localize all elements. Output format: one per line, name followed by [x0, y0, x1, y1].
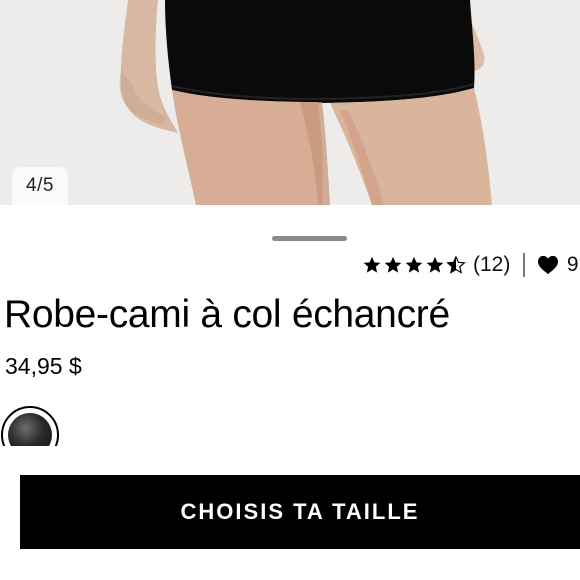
product-price: 34,95 $	[5, 353, 82, 379]
favorites-count: 9	[566, 253, 579, 276]
swatch-ring	[1, 406, 59, 446]
heart-icon[interactable]	[537, 255, 559, 275]
star-icon	[362, 255, 382, 275]
product-detail-page: 4/5 (12) 9 Robe-cami à col échancré 34,9…	[0, 0, 580, 580]
half-star-icon	[446, 255, 466, 275]
divider	[523, 253, 525, 277]
review-count[interactable]: (12)	[473, 253, 510, 277]
star-icon	[425, 255, 445, 275]
star-icon	[383, 255, 403, 275]
product-photo-illustration	[0, 0, 580, 205]
product-title: Robe-cami à col échancré	[4, 293, 450, 336]
rating-stars[interactable]	[362, 255, 466, 275]
drag-handle[interactable]	[272, 236, 347, 241]
product-info-sheet: (12) 9 Robe-cami à col échancré 34,95 $ …	[0, 205, 580, 580]
choose-size-button[interactable]: CHOISIS TA TAILLE	[20, 475, 580, 549]
rating-favorites-row: (12) 9	[362, 252, 579, 278]
product-image[interactable]: 4/5	[0, 0, 580, 205]
swatch-color	[8, 413, 52, 446]
star-icon	[404, 255, 424, 275]
image-counter: 4/5	[12, 167, 68, 205]
color-swatch-selected[interactable]	[1, 406, 59, 446]
